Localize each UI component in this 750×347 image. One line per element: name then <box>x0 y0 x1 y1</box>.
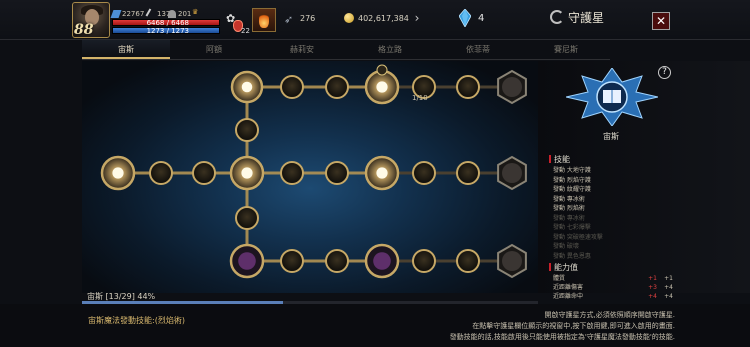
god-tabs: 宙斯 阿額 赫莉安 格立路 依菲蒂 賽尼斯 <box>82 40 610 60</box>
sword-icon <box>110 10 122 18</box>
stat-weight: 137 <box>145 8 170 20</box>
stats-list: 體質 +1 +1 近距離傷害 +3 +4 近距離命中 +4 +4 <box>553 274 673 301</box>
tree-node-major[interactable] <box>229 243 265 279</box>
wing-icon: ➶ <box>284 13 294 26</box>
tree-links-locked <box>382 85 512 263</box>
tree-node-moon[interactable] <box>280 75 304 99</box>
tab-4[interactable]: 格立路 <box>346 40 434 59</box>
crystal-icon <box>459 9 471 27</box>
zeus-emblem <box>566 68 658 126</box>
tab-2[interactable]: 阿額 <box>170 40 258 59</box>
hp-bar: 6468 / 6468 <box>112 19 220 27</box>
skill-item: 發動 專冰術 <box>553 214 585 222</box>
tree-node-final[interactable] <box>497 69 527 105</box>
skill-item: 發動 專冰術 <box>553 195 585 203</box>
tree-node-moon[interactable] <box>412 249 436 273</box>
tab-zeus[interactable]: 宙斯 <box>82 40 170 59</box>
tree-node-moon[interactable] <box>149 161 173 185</box>
hp-value: 6468 / 6468 <box>146 19 189 27</box>
skill-item: 發動 破壞 <box>553 243 579 250</box>
skill-item: 發動 大地守護 <box>553 167 591 174</box>
stat-row: 體質 +1 +1 <box>553 275 673 282</box>
tree-node-final[interactable] <box>497 155 527 191</box>
feather-icon <box>145 8 157 20</box>
tab-3[interactable]: 赫莉安 <box>258 40 346 59</box>
skill-item: 發動 烈焰術 <box>553 205 585 212</box>
tree-node-moon[interactable] <box>325 161 349 185</box>
tree-node-moon[interactable] <box>456 161 480 185</box>
mp-bar: 1273 / 1273 <box>112 27 220 35</box>
chevron-right-icon[interactable]: › <box>410 10 424 26</box>
star-badge-icon <box>376 64 388 76</box>
trophy-icon: ♛ <box>192 8 199 16</box>
tree-node-final[interactable] <box>497 243 527 279</box>
skill-item: 發動 七彩爆擊 <box>553 224 591 231</box>
god-name: 宙斯 <box>603 132 619 141</box>
tree-node-major[interactable] <box>230 70 264 104</box>
character-level: 88 <box>74 22 94 38</box>
skill-item: 發動 突破極速攻擊 <box>553 233 603 241</box>
tree-node-moon[interactable] <box>235 206 259 230</box>
tree-node-major[interactable] <box>100 155 136 191</box>
window-title: 守護星 <box>550 9 604 26</box>
stat-attack: 22767 <box>110 10 144 18</box>
skill-item: 發動 異色恩惠 <box>553 252 591 260</box>
tree-node-major[interactable] <box>364 155 400 191</box>
stats-heading: 能力值 <box>549 262 578 273</box>
helmet-icon <box>168 10 176 18</box>
gold-amount: 402,617,384 <box>358 14 409 23</box>
tree-node-major[interactable] <box>364 243 400 279</box>
node-counter: 1/10 <box>412 94 428 102</box>
stat-defense: 201 <box>168 10 191 18</box>
skill-item: 發動 紋耀守護 <box>553 186 591 193</box>
mp-value: 1273 / 1273 <box>146 27 189 35</box>
guardian-star-window: 88 22767 137 201 ♛ 6468 / 6468 1273 / 12… <box>0 0 750 347</box>
tree-node-moon[interactable] <box>280 249 304 273</box>
item-slot-flame[interactable] <box>252 8 276 32</box>
feather-count: 276 <box>300 14 316 23</box>
tree-node-moon[interactable] <box>325 75 349 99</box>
active-skill-label: 宙斯魔法發動技能:(烈焰術) <box>88 316 185 325</box>
crystal-count: 4 <box>478 13 485 24</box>
tree-node-major[interactable] <box>229 155 265 191</box>
gold-coin-icon <box>344 13 354 23</box>
guardian-star-icon <box>550 10 564 24</box>
flame-icon <box>259 12 269 28</box>
tree-node-moon[interactable] <box>456 75 480 99</box>
tab-5[interactable]: 依菲蒂 <box>434 40 522 59</box>
tree-node-moon[interactable] <box>280 161 304 185</box>
potion-count: 22 <box>241 27 250 35</box>
help-button[interactable]: ? <box>658 66 671 79</box>
stat-row: 近距離命中 +4 +4 <box>553 293 673 300</box>
tree-node-moon[interactable] <box>192 161 216 185</box>
close-button[interactable]: ✕ <box>652 12 670 30</box>
tree-node-moon[interactable] <box>325 249 349 273</box>
skills-heading: 技能 <box>549 154 570 165</box>
skills-list: 發動 大地守護 發動 烈焰守護 發動 紋耀守護 發動 專冰術 發動 烈焰術 發動 專冰術發… <box>553 166 663 261</box>
tree-node-major[interactable] <box>364 64 400 105</box>
help-description: 開啟守護星方式,必須依照順序開啟守護星. 在點擊守護星欄位顯示的視窗中,按下啟用… <box>449 311 675 341</box>
tree-graph <box>100 64 527 279</box>
constellation-tree: 1/10 <box>82 61 538 293</box>
tree-node-moon[interactable] <box>235 118 259 142</box>
skill-item: 發動 烈焰守護 <box>553 176 591 184</box>
tree-node-moon[interactable] <box>412 161 436 185</box>
stat-row: 近距離傷害 +3 +4 <box>553 284 673 291</box>
tree-node-moon[interactable] <box>456 249 480 273</box>
tab-6[interactable]: 賽尼斯 <box>522 40 610 59</box>
